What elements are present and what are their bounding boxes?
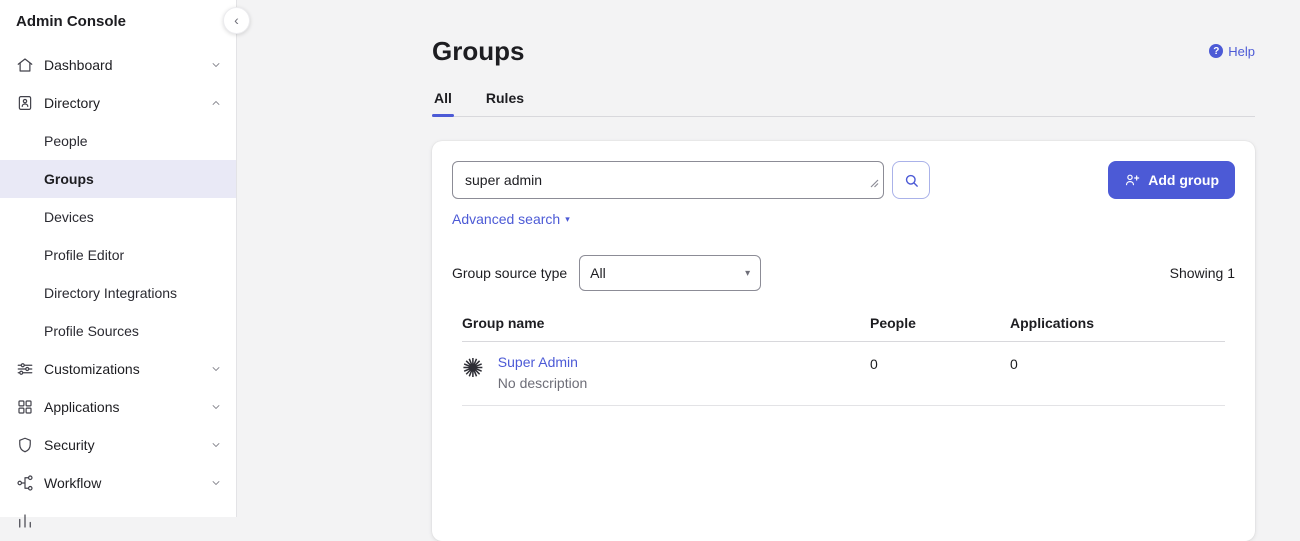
add-user-icon: [1124, 172, 1140, 188]
search-box: [452, 161, 884, 199]
page-header: Groups ? Help: [432, 0, 1255, 66]
directory-icon: [16, 94, 34, 112]
help-icon: ?: [1209, 44, 1223, 58]
sidebar-item-directory-integrations[interactable]: Directory Integrations: [0, 274, 236, 312]
sidebar-item-applications[interactable]: Applications: [0, 388, 236, 426]
sidebar-item-label: Customizations: [44, 361, 210, 377]
column-people: People: [870, 315, 1010, 331]
add-group-label: Add group: [1148, 172, 1219, 188]
search-button[interactable]: [892, 161, 930, 199]
source-type-value: All: [590, 265, 606, 281]
report-icon: [16, 512, 34, 530]
sidebar-item-label: Security: [44, 437, 210, 453]
sidebar: Admin Console Dashboard Directory People…: [0, 0, 237, 517]
app-title: Admin Console: [0, 0, 236, 40]
sidebar-collapse-button[interactable]: ‹: [223, 7, 250, 34]
groups-card: Add group Advanced search ▾ Group source…: [432, 141, 1255, 541]
sidebar-item-dashboard[interactable]: Dashboard: [0, 46, 236, 84]
sidebar-item-workflow[interactable]: Workflow: [0, 464, 236, 502]
sidebar-item-label: Directory Integrations: [44, 285, 177, 301]
filter-row: Group source type All ▾ Showing 1: [452, 255, 1235, 291]
search-icon: [903, 172, 920, 189]
advanced-search-label: Advanced search: [452, 211, 560, 227]
sidebar-item-partial[interactable]: [0, 502, 236, 540]
sidebar-item-devices[interactable]: Devices: [0, 198, 236, 236]
chevron-down-icon: [210, 439, 222, 451]
sidebar-item-label: Directory: [44, 95, 210, 111]
column-group-name: Group name: [462, 315, 870, 331]
sidebar-item-label: Dashboard: [44, 57, 210, 73]
sidebar-item-directory[interactable]: Directory: [0, 84, 236, 122]
source-type-label: Group source type: [452, 265, 567, 281]
group-search-input[interactable]: [452, 161, 884, 199]
tab-all[interactable]: All: [432, 90, 454, 116]
column-applications: Applications: [1010, 315, 1225, 331]
card-toolbar: Add group: [452, 161, 1235, 199]
source-type-select[interactable]: All ▾: [579, 255, 761, 291]
showing-count: Showing 1: [1170, 265, 1235, 281]
collapse-chevron-icon: ‹: [234, 13, 239, 27]
sidebar-item-label: Profile Editor: [44, 247, 124, 263]
workflow-icon: [16, 474, 34, 492]
sidebar-item-label: Devices: [44, 209, 94, 225]
sidebar-nav: Dashboard Directory People Groups Device…: [0, 40, 236, 540]
page-title: Groups: [432, 36, 524, 66]
chevron-down-icon: [210, 401, 222, 413]
chevron-down-icon: [210, 363, 222, 375]
main-area: Groups ? Help All Rules: [238, 0, 1300, 517]
applications-count: 0: [1010, 354, 1225, 372]
table-header: Group name People Applications: [462, 315, 1225, 342]
group-avatar-icon: ✺: [462, 355, 484, 381]
caret-down-icon: ▾: [745, 268, 750, 279]
groups-table: Group name People Applications ✺ Super A…: [462, 315, 1225, 406]
group-name-link[interactable]: Super Admin: [498, 354, 588, 370]
group-description: No description: [498, 375, 588, 391]
sidebar-item-label: Applications: [44, 399, 210, 415]
sidebar-item-people[interactable]: People: [0, 122, 236, 160]
table-row: ✺ Super Admin No description 0 0: [462, 342, 1225, 406]
tab-bar: All Rules: [432, 90, 1255, 117]
help-label: Help: [1228, 44, 1255, 59]
people-count: 0: [870, 354, 1010, 372]
sidebar-item-security[interactable]: Security: [0, 426, 236, 464]
sliders-icon: [16, 360, 34, 378]
advanced-search-link[interactable]: Advanced search ▾: [452, 211, 570, 227]
shield-icon: [16, 436, 34, 454]
sidebar-item-label: Profile Sources: [44, 323, 139, 339]
sidebar-item-profile-editor[interactable]: Profile Editor: [0, 236, 236, 274]
sidebar-item-label: Groups: [44, 171, 94, 187]
sidebar-item-profile-sources[interactable]: Profile Sources: [0, 312, 236, 350]
add-group-button[interactable]: Add group: [1108, 161, 1235, 199]
home-icon: [16, 56, 34, 74]
help-link[interactable]: ? Help: [1209, 44, 1255, 59]
tab-rules[interactable]: Rules: [484, 90, 526, 116]
sidebar-item-label: People: [44, 133, 88, 149]
sidebar-item-label: Workflow: [44, 475, 210, 491]
chevron-up-icon: [210, 97, 222, 109]
caret-down-icon: ▾: [565, 214, 570, 225]
grid-icon: [16, 398, 34, 416]
sidebar-item-groups[interactable]: Groups: [0, 160, 236, 198]
sidebar-item-customizations[interactable]: Customizations: [0, 350, 236, 388]
chevron-down-icon: [210, 477, 222, 489]
chevron-down-icon: [210, 59, 222, 71]
resize-handle-icon[interactable]: [870, 175, 879, 193]
